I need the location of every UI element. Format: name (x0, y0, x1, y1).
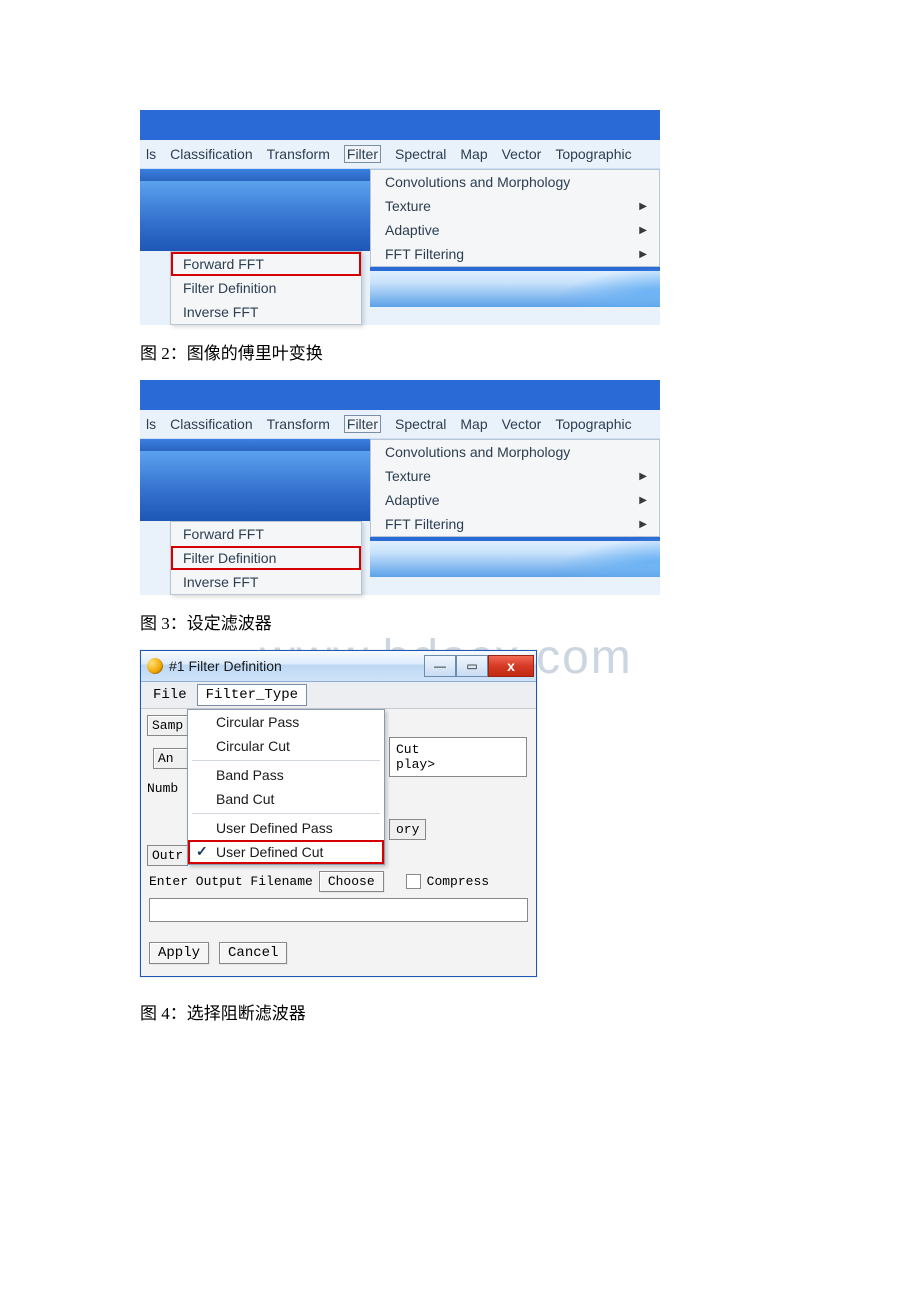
filter-dropdown: Convolutions and Morphology Texture ▶ Ad… (370, 169, 660, 267)
figure-4-caption: 图 4：选择阻断滤波器 (140, 999, 780, 1024)
background-area (370, 537, 660, 577)
submenu-forward-fft[interactable]: Forward FFT (171, 252, 361, 276)
figure-2-screenshot: ls Classification Transform Filter Spect… (140, 110, 660, 325)
menu-classification[interactable]: Classification (170, 146, 252, 162)
menu-topographic[interactable]: Topographic (555, 416, 631, 432)
submenu-inverse-fft[interactable]: Inverse FFT (171, 570, 361, 594)
background-area (140, 181, 370, 251)
window-titlebar (140, 110, 660, 140)
filter-type-dropdown: Circular Pass Circular Cut Band Pass Ban… (187, 709, 385, 865)
dd-adaptive[interactable]: Adaptive ▶ (371, 488, 659, 512)
ft-band-pass[interactable]: Band Pass (188, 763, 384, 787)
enter-output-filename-label: Enter Output Filename (149, 874, 313, 889)
ft-circular-cut[interactable]: Circular Cut (188, 734, 384, 758)
dd-label: Texture (385, 468, 431, 484)
menu-map[interactable]: Map (460, 146, 487, 162)
dd-convolutions[interactable]: Convolutions and Morphology (371, 440, 659, 464)
filter-dropdown: Convolutions and Morphology Texture ▶ Ad… (370, 439, 660, 537)
menu-vector[interactable]: Vector (502, 416, 542, 432)
close-button[interactable]: x (488, 655, 534, 677)
toolbar-strip (140, 439, 370, 451)
output-filename-input[interactable] (149, 898, 528, 922)
compress-checkbox[interactable] (406, 874, 421, 889)
dd-label: Convolutions and Morphology (385, 444, 570, 460)
menu-filter-type[interactable]: Filter_Type (197, 684, 307, 706)
menu-topographic[interactable]: Topographic (555, 146, 631, 162)
dd-texture[interactable]: Texture ▶ (371, 464, 659, 488)
dd-label: Adaptive (385, 492, 439, 508)
menu-transform[interactable]: Transform (267, 146, 330, 162)
app-icon (147, 658, 163, 674)
cancel-button[interactable]: Cancel (219, 942, 287, 964)
dialog-menubar: File Filter_Type (141, 682, 536, 709)
truncated-button-an[interactable]: An (153, 748, 188, 769)
background-area (370, 267, 660, 307)
fft-submenu: Forward FFT Filter Definition Inverse FF… (170, 521, 362, 595)
maximize-button[interactable]: ▭ (456, 655, 488, 677)
menu-filter[interactable]: Filter (344, 145, 381, 163)
chevron-right-icon: ▶ (639, 249, 647, 260)
window-titlebar (140, 380, 660, 410)
truncated-button-samp[interactable]: Samp (147, 715, 188, 736)
fft-submenu: Forward FFT Filter Definition Inverse FF… (170, 251, 362, 325)
dialog-titlebar[interactable]: #1 Filter Definition — ▭ x (141, 651, 536, 682)
obscured-text-play: play> (396, 757, 520, 772)
menu-separator (192, 760, 380, 761)
obscured-controls: Cut play> ory (389, 713, 527, 840)
menu-separator (192, 813, 380, 814)
dd-fft-filtering[interactable]: FFT Filtering ▶ (371, 242, 659, 266)
choose-button[interactable]: Choose (319, 871, 384, 892)
filter-definition-dialog: #1 Filter Definition — ▭ x File Filter_T… (140, 650, 537, 977)
menu-transform[interactable]: Transform (267, 416, 330, 432)
dd-label: Texture (385, 198, 431, 214)
dd-label: Adaptive (385, 222, 439, 238)
chevron-right-icon: ▶ (639, 225, 647, 236)
menu-spectral[interactable]: Spectral (395, 416, 446, 432)
ft-user-defined-pass[interactable]: User Defined Pass (188, 816, 384, 840)
dialog-title: #1 Filter Definition (169, 658, 418, 674)
menubar: ls Classification Transform Filter Spect… (140, 140, 660, 168)
figure-3-screenshot: ls Classification Transform Filter Spect… (140, 380, 660, 595)
truncated-label-numb: Numb (147, 781, 188, 796)
ft-user-defined-cut[interactable]: User Defined Cut (188, 840, 384, 864)
toolbar-strip (140, 169, 370, 181)
chevron-right-icon: ▶ (639, 495, 647, 506)
menubar-fragment: ls (146, 416, 156, 432)
figure-3-caption: 图 3：设定滤波器 (140, 609, 780, 634)
menu-spectral[interactable]: Spectral (395, 146, 446, 162)
minimize-button[interactable]: — (424, 655, 456, 677)
dd-label: Convolutions and Morphology (385, 174, 570, 190)
submenu-filter-definition[interactable]: Filter Definition (171, 546, 361, 570)
dd-texture[interactable]: Texture ▶ (371, 194, 659, 218)
chevron-right-icon: ▶ (639, 519, 647, 530)
submenu-filter-definition[interactable]: Filter Definition (171, 276, 361, 300)
dd-label: FFT Filtering (385, 516, 464, 532)
figure-2-caption: 图 2：图像的傅里叶变换 (140, 339, 780, 364)
menu-classification[interactable]: Classification (170, 416, 252, 432)
submenu-forward-fft[interactable]: Forward FFT (171, 522, 361, 546)
menu-file[interactable]: File (145, 685, 195, 705)
dd-adaptive[interactable]: Adaptive ▶ (371, 218, 659, 242)
apply-button[interactable]: Apply (149, 942, 209, 964)
menu-filter[interactable]: Filter (344, 415, 381, 433)
compress-label: Compress (427, 874, 489, 889)
truncated-label-outr: Outr (147, 845, 188, 866)
menubar-fragment: ls (146, 146, 156, 162)
dd-convolutions[interactable]: Convolutions and Morphology (371, 170, 659, 194)
ft-circular-pass[interactable]: Circular Pass (188, 710, 384, 734)
chevron-right-icon: ▶ (639, 201, 647, 212)
chevron-right-icon: ▶ (639, 471, 647, 482)
menubar: ls Classification Transform Filter Spect… (140, 410, 660, 438)
menu-map[interactable]: Map (460, 416, 487, 432)
submenu-inverse-fft[interactable]: Inverse FFT (171, 300, 361, 324)
background-area (140, 451, 370, 521)
obscured-text-cut: Cut (396, 742, 520, 757)
ft-band-cut[interactable]: Band Cut (188, 787, 384, 811)
menu-vector[interactable]: Vector (502, 146, 542, 162)
dd-fft-filtering[interactable]: FFT Filtering ▶ (371, 512, 659, 536)
dd-label: FFT Filtering (385, 246, 464, 262)
obscured-button-ory[interactable]: ory (389, 819, 426, 840)
